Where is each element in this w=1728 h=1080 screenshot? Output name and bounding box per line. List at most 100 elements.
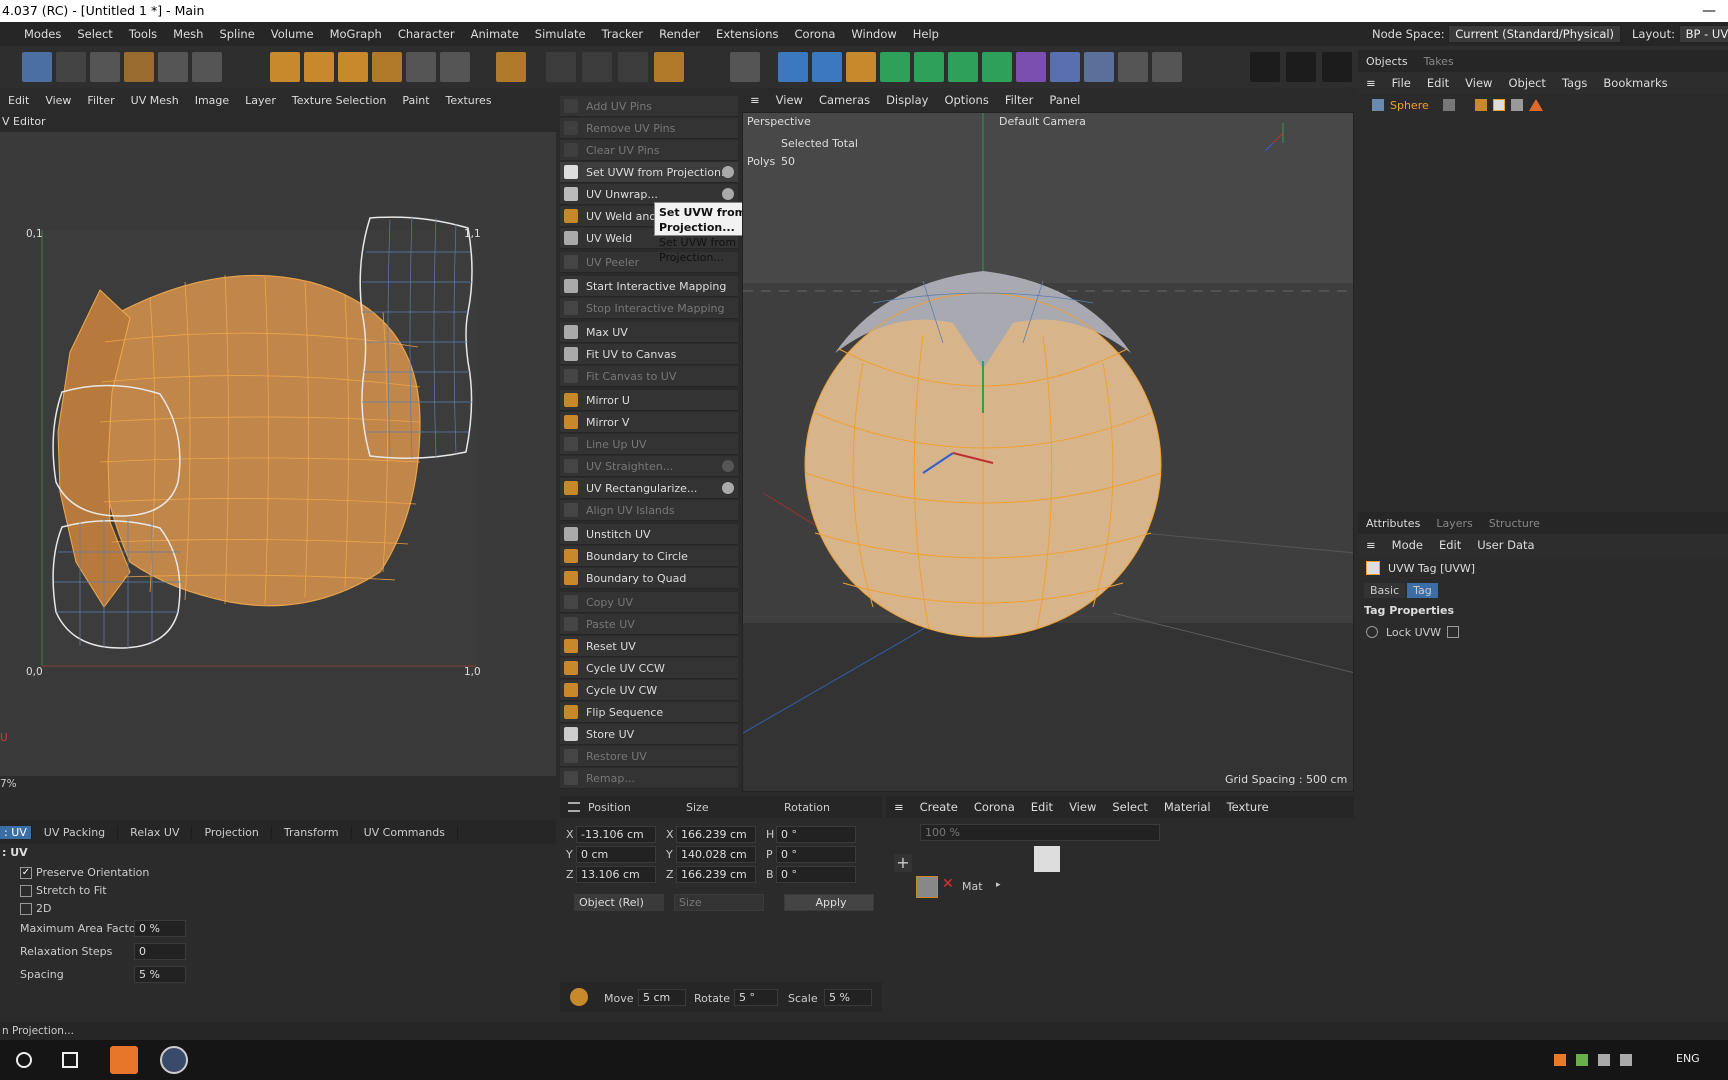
menu-item-modes[interactable]: Modes bbox=[16, 27, 69, 41]
material-thumbnail[interactable] bbox=[916, 876, 938, 898]
uv-menu-view[interactable]: View bbox=[37, 94, 79, 107]
render-view-icon[interactable] bbox=[1286, 52, 1316, 82]
attributes-hamburger-icon[interactable]: ≡ bbox=[1358, 538, 1384, 552]
layout-select[interactable]: BP - UV Ed bbox=[1678, 25, 1728, 43]
viewport[interactable]: Perspective Default Camera Selected Tota… bbox=[742, 112, 1354, 792]
menu-item-animate[interactable]: Animate bbox=[463, 27, 527, 41]
node-space-select[interactable]: Current (Standard/Physical) bbox=[1448, 25, 1622, 43]
size-mode-select[interactable]: Size bbox=[674, 894, 764, 911]
cmd-start-interactive-mapping[interactable]: Start Interactive Mapping bbox=[560, 276, 738, 297]
cube-icon[interactable] bbox=[812, 52, 842, 82]
max-area-field[interactable]: 0 % bbox=[134, 920, 186, 937]
y-axis-lock-icon[interactable] bbox=[582, 52, 612, 82]
coord-pos-0[interactable]: -13.106 cm bbox=[576, 826, 656, 843]
uv-menu-textures[interactable]: Textures bbox=[438, 94, 500, 107]
hamburger-icon[interactable] bbox=[568, 802, 580, 812]
menu-item-character[interactable]: Character bbox=[390, 27, 463, 41]
search-icon[interactable] bbox=[16, 1052, 32, 1068]
attributes-menu-edit[interactable]: Edit bbox=[1431, 538, 1469, 552]
twod-row[interactable]: 2D bbox=[20, 902, 51, 915]
material-menu-select[interactable]: Select bbox=[1104, 800, 1155, 814]
menu-item-simulate[interactable]: Simulate bbox=[527, 27, 594, 41]
material-preview-icon[interactable] bbox=[1034, 846, 1060, 872]
tab-layers[interactable]: Layers bbox=[1428, 517, 1480, 530]
subdivision-icon[interactable] bbox=[880, 52, 910, 82]
apply-button[interactable]: Apply bbox=[784, 894, 874, 911]
objects-menu-file[interactable]: File bbox=[1384, 76, 1419, 90]
selection-tag-icon[interactable] bbox=[1528, 99, 1543, 111]
magnet-tool-icon[interactable] bbox=[372, 52, 402, 82]
render-region-icon[interactable] bbox=[1250, 52, 1280, 82]
uv-tab-uv-packing[interactable]: UV Packing bbox=[32, 825, 119, 839]
cinema4d-app-icon[interactable] bbox=[160, 1046, 188, 1074]
uv-tab-uv-commands[interactable]: UV Commands bbox=[352, 825, 458, 839]
material-hamburger-icon[interactable]: ≡ bbox=[886, 800, 912, 814]
tray-app-icon[interactable] bbox=[1554, 1054, 1566, 1066]
x-axis-lock-icon[interactable] bbox=[546, 52, 576, 82]
rotate-step-field[interactable]: 5 ° bbox=[734, 989, 778, 1006]
menu-item-help[interactable]: Help bbox=[905, 27, 947, 41]
relax-steps-field[interactable]: 0 bbox=[134, 943, 186, 960]
cmd-copy-uv[interactable]: Copy UV bbox=[560, 592, 738, 613]
spacing-field[interactable]: 5 % bbox=[134, 966, 186, 983]
cmd-unstitch-uv[interactable]: Unstitch UV bbox=[560, 524, 738, 545]
cmd-clear-uv-pins[interactable]: Clear UV Pins bbox=[560, 140, 738, 161]
cmd-boundary-to-circle[interactable]: Boundary to Circle bbox=[560, 546, 738, 567]
coord-size-2[interactable]: 166.239 cm bbox=[676, 866, 756, 883]
cmd-boundary-to-quad[interactable]: Boundary to Quad bbox=[560, 568, 738, 589]
material-menu-corona[interactable]: Corona bbox=[966, 800, 1023, 814]
field-icon[interactable] bbox=[1050, 52, 1080, 82]
tray-volume-icon[interactable] bbox=[1620, 1054, 1632, 1066]
animate-radio[interactable] bbox=[1366, 626, 1378, 638]
move-step-field[interactable]: 5 cm bbox=[638, 989, 686, 1006]
z-axis-lock-icon[interactable] bbox=[618, 52, 648, 82]
material-zoom[interactable]: 100 % bbox=[920, 824, 1160, 841]
tab-structure[interactable]: Structure bbox=[1481, 517, 1548, 530]
material-menu-material[interactable]: Material bbox=[1156, 800, 1219, 814]
snap-icon[interactable] bbox=[570, 988, 588, 1006]
cmd-uv-rectangularize[interactable]: UV Rectangularize... bbox=[560, 478, 738, 499]
tray-network-icon[interactable] bbox=[1598, 1054, 1610, 1066]
lock-uvw-checkbox[interactable] bbox=[1447, 626, 1460, 638]
chevron-right-icon[interactable]: ▸ bbox=[996, 880, 1001, 890]
add-material-icon[interactable]: + bbox=[894, 854, 912, 872]
tab-objects[interactable]: Objects bbox=[1358, 55, 1416, 68]
tray-settings-icon[interactable] bbox=[1576, 1054, 1588, 1066]
uv-mode-icon[interactable] bbox=[192, 52, 222, 82]
transform-tool-icon[interactable] bbox=[406, 52, 436, 82]
move-tool-icon[interactable] bbox=[270, 52, 300, 82]
visibility-icon[interactable] bbox=[1442, 99, 1455, 111]
material-menu-view[interactable]: View bbox=[1061, 800, 1104, 814]
coord-rot-2[interactable]: 0 ° bbox=[776, 866, 856, 883]
menu-item-mograph[interactable]: MoGraph bbox=[322, 27, 390, 41]
viewport-menu-view[interactable]: View bbox=[768, 93, 811, 107]
material-menu-edit[interactable]: Edit bbox=[1023, 800, 1061, 814]
cmd-uv-straighten[interactable]: UV Straighten... bbox=[560, 456, 738, 477]
cmd-set-uvw-from-projection[interactable]: Set UVW from Projection... bbox=[560, 162, 738, 183]
selection-tool-icon[interactable] bbox=[22, 52, 52, 82]
coord-size-0[interactable]: 166.239 cm bbox=[676, 826, 756, 843]
stretch-to-fit-row[interactable]: Stretch to Fit bbox=[20, 884, 107, 897]
viewport-menu-display[interactable]: Display bbox=[878, 93, 936, 107]
gear-icon[interactable] bbox=[722, 482, 734, 494]
cmd-max-uv[interactable]: Max UV bbox=[560, 322, 738, 343]
cmd-reset-uv[interactable]: Reset UV bbox=[560, 636, 738, 657]
cmd-flip-sequence[interactable]: Flip Sequence bbox=[560, 702, 738, 723]
minimize-button[interactable]: — bbox=[1702, 0, 1716, 22]
menu-item-volume[interactable]: Volume bbox=[263, 27, 322, 41]
coord-pos-1[interactable]: 0 cm bbox=[576, 846, 656, 863]
uv-tab-projection[interactable]: Projection bbox=[192, 825, 272, 839]
material-name[interactable]: Mat bbox=[962, 880, 983, 893]
uv-tab-transform[interactable]: Transform bbox=[272, 825, 352, 839]
tab-attributes[interactable]: Attributes bbox=[1358, 517, 1428, 530]
pen-tool-icon[interactable] bbox=[846, 52, 876, 82]
twod-checkbox[interactable] bbox=[20, 903, 32, 915]
coordinate-system-icon[interactable] bbox=[654, 52, 684, 82]
menu-item-tools[interactable]: Tools bbox=[121, 27, 165, 41]
null-object-icon[interactable] bbox=[778, 52, 808, 82]
point-mode-icon[interactable] bbox=[90, 52, 120, 82]
cmd-cycle-uv-ccw[interactable]: Cycle UV CCW bbox=[560, 658, 738, 679]
subtab-tag[interactable]: Tag bbox=[1407, 582, 1438, 598]
uv-tab-uv[interactable]: : UV bbox=[0, 825, 32, 839]
cmd-remove-uv-pins[interactable]: Remove UV Pins bbox=[560, 118, 738, 139]
